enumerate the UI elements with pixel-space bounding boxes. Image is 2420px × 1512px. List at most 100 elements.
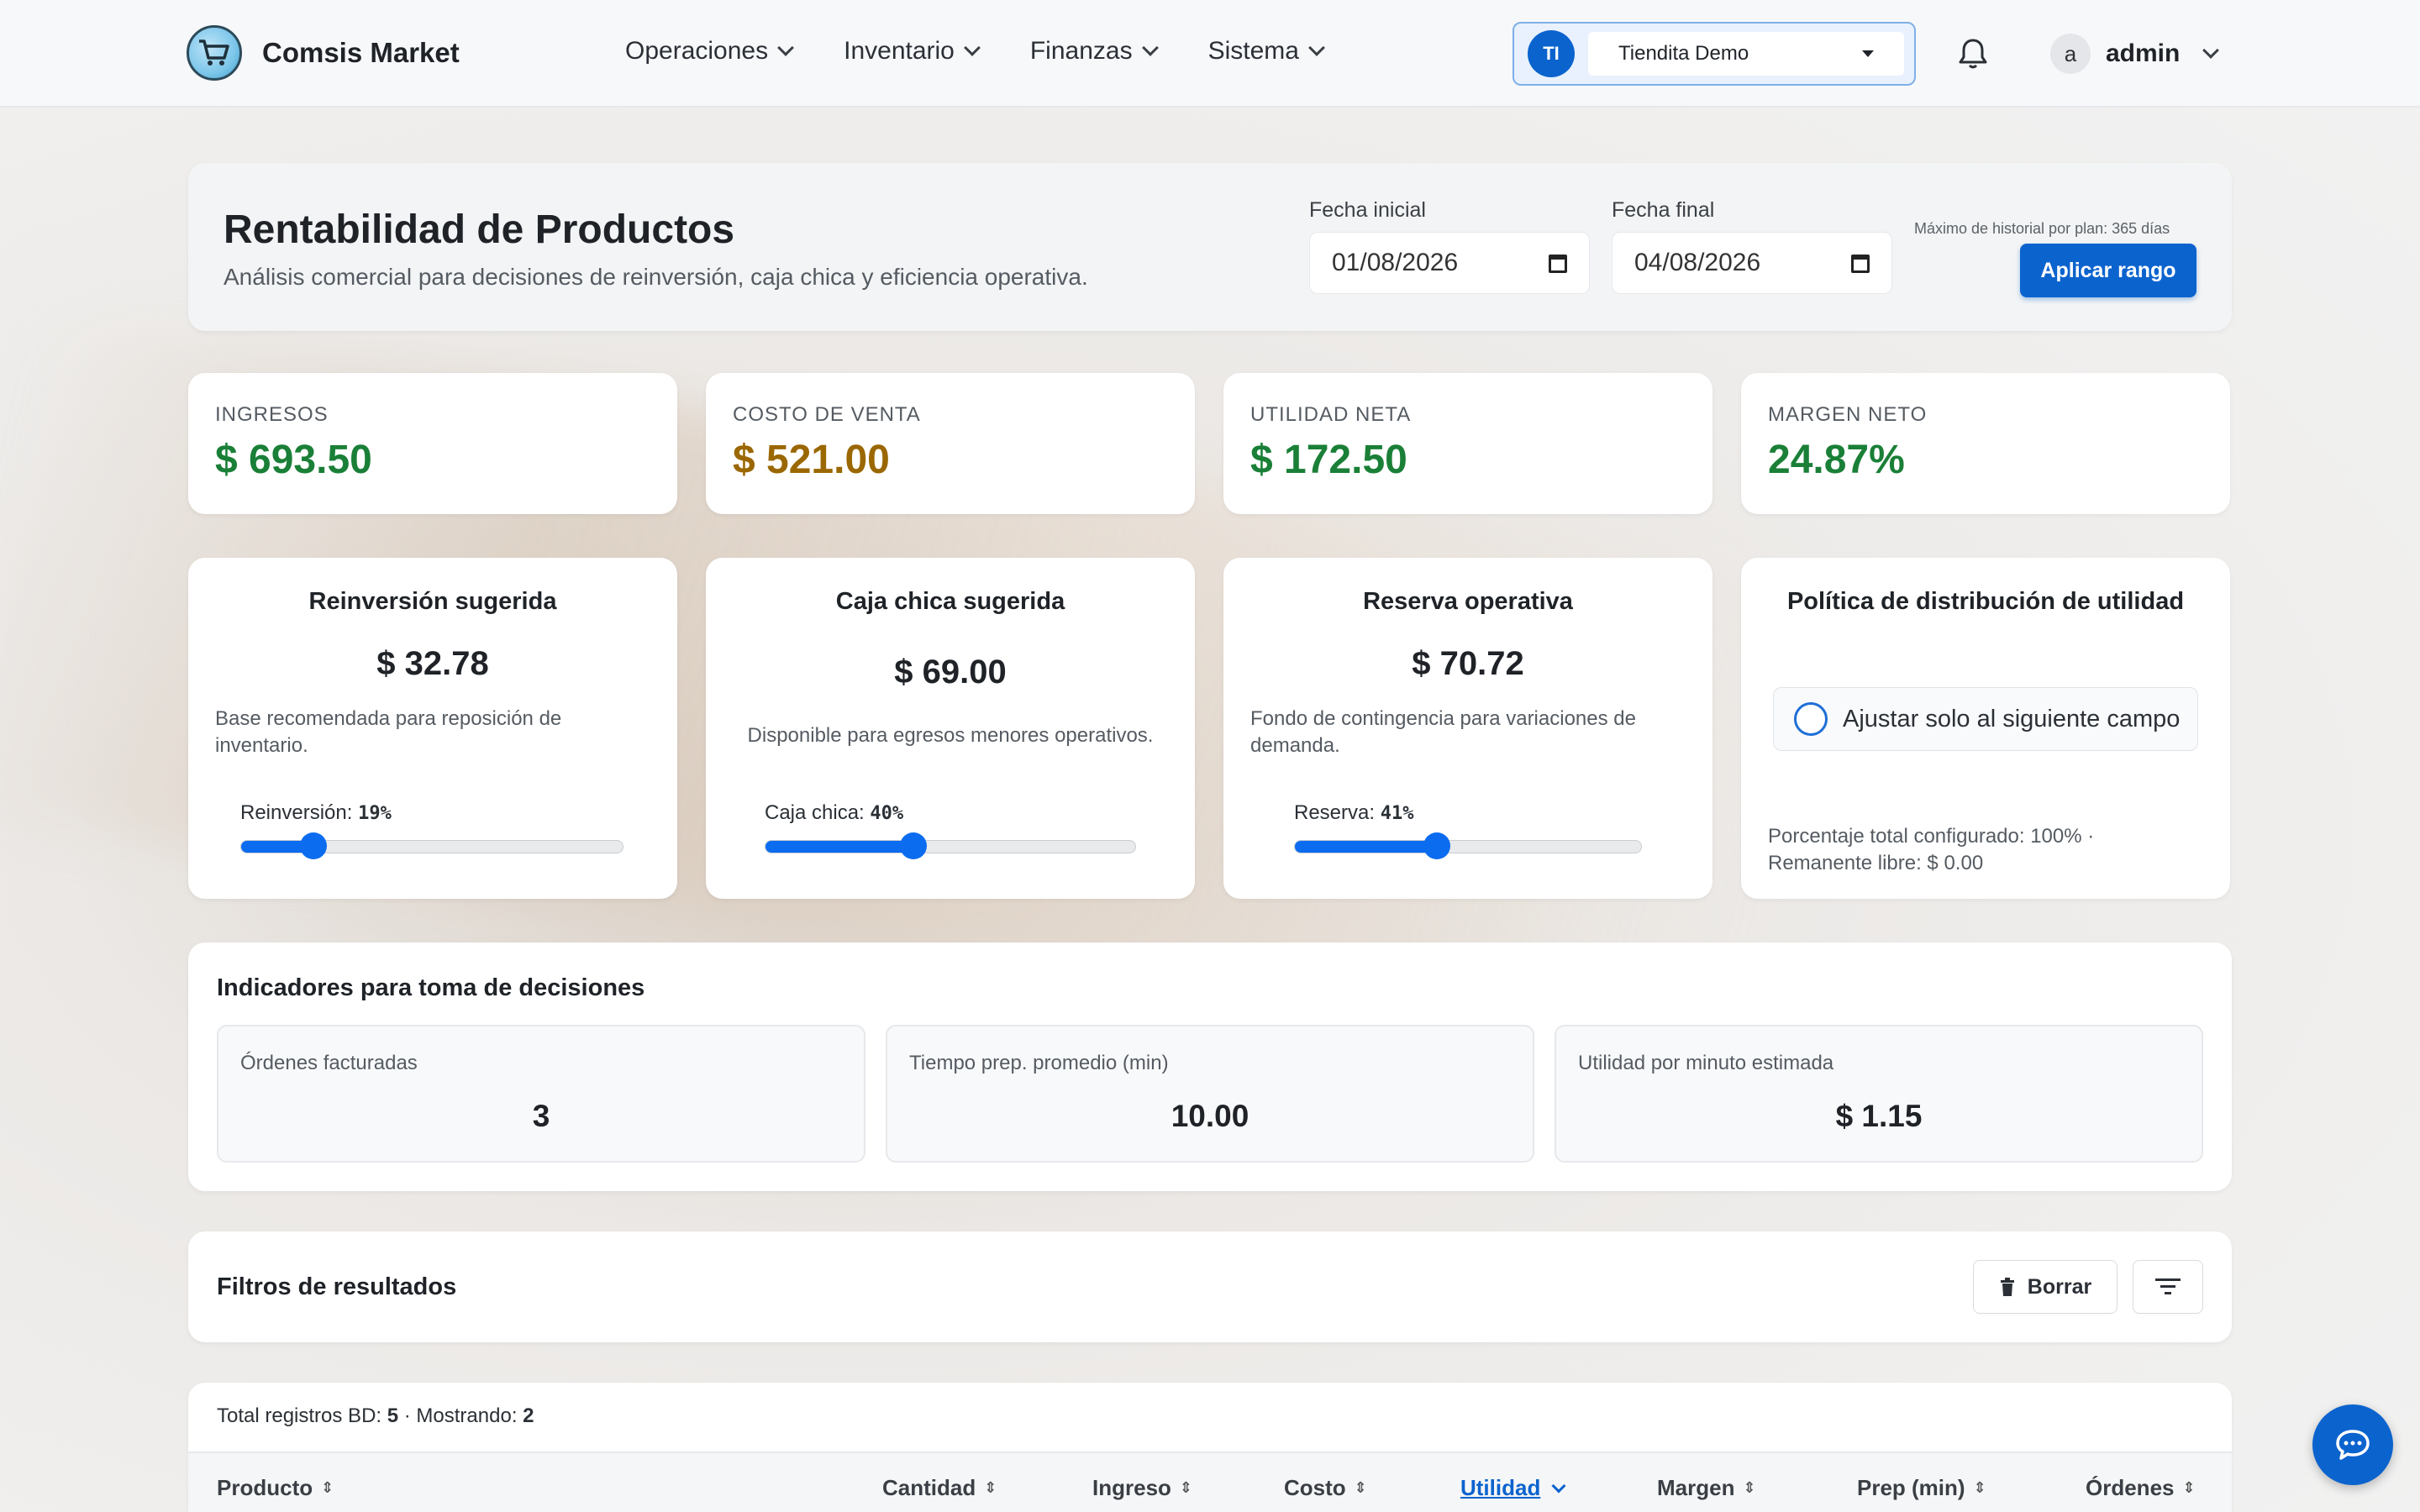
total-prefix: Total registros BD: bbox=[217, 1404, 387, 1427]
slider-fill bbox=[1295, 841, 1437, 853]
kpi-card-utilidad: UTILIDAD NETA $ 172.50 bbox=[1223, 373, 1712, 514]
nav-inventario[interactable]: Inventario bbox=[844, 37, 981, 66]
start-date-label: Fecha inicial bbox=[1309, 198, 1426, 222]
column-cantidad[interactable]: Cantidad ⇕ bbox=[882, 1475, 997, 1501]
policy-card: Política de distribución de utilidad Aju… bbox=[1741, 558, 2230, 899]
reserva-slider[interactable] bbox=[1294, 832, 1642, 859]
plan-history-note: Máximo de historial por plan: 365 días bbox=[1914, 220, 2170, 237]
allocation-title: Reinversión sugerida bbox=[308, 588, 557, 615]
start-date-input[interactable]: 01/08/2026 bbox=[1309, 232, 1590, 294]
indicators-panel: Indicadores para toma de decisiones Órde… bbox=[188, 942, 2232, 1191]
allocation-value: $ 32.78 bbox=[376, 645, 489, 682]
sort-icon: ⇕ bbox=[321, 1479, 334, 1497]
user-menu[interactable]: a admin bbox=[2050, 34, 2220, 74]
slider-percent: 40% bbox=[870, 803, 904, 824]
slider-thumb[interactable] bbox=[900, 832, 927, 859]
indicator-label: Utilidad por minuto estimada bbox=[1578, 1052, 1834, 1074]
indicator-value: $ 1.15 bbox=[1835, 1099, 1923, 1133]
column-ordenes[interactable]: Órdenes ⇕ bbox=[2086, 1475, 2196, 1501]
chevron-down-icon bbox=[777, 39, 795, 56]
reinversion-slider[interactable] bbox=[240, 832, 623, 859]
chevron-down-icon bbox=[1141, 39, 1159, 56]
column-label: Utilidad bbox=[1460, 1475, 1541, 1500]
allocation-description: Disponible para egresos menores operativ… bbox=[747, 724, 1154, 747]
indicator-label: Órdenes facturadas bbox=[240, 1052, 418, 1074]
slider-thumb[interactable] bbox=[1423, 832, 1450, 859]
store-select[interactable]: Tiendita Demo bbox=[1588, 32, 1904, 76]
column-label: Órdenes bbox=[2086, 1475, 2175, 1500]
apply-range-button[interactable]: Aplicar rango bbox=[2020, 244, 2196, 297]
indicator-ordenes: Órdenes facturadas 3 bbox=[217, 1025, 865, 1163]
sort-icon: ⇕ bbox=[1743, 1479, 1756, 1497]
column-label: Ingreso bbox=[1092, 1475, 1171, 1500]
column-prep[interactable]: Prep (min) ⇕ bbox=[1857, 1475, 1986, 1501]
column-label: Costo bbox=[1284, 1475, 1346, 1500]
kpi-value: 24.87% bbox=[1768, 438, 1905, 482]
column-utilidad[interactable]: Utilidad bbox=[1460, 1475, 1566, 1501]
nav-operaciones[interactable]: Operaciones bbox=[625, 37, 795, 66]
indicator-value: 10.00 bbox=[1171, 1099, 1249, 1133]
sort-icon: ⇕ bbox=[1973, 1479, 1986, 1497]
allocation-card-caja-chica: Caja chica sugerida $ 69.00 Disponible p… bbox=[706, 558, 1195, 899]
adjust-next-field-checkbox[interactable] bbox=[1794, 702, 1828, 736]
filter-toggle-button[interactable] bbox=[2133, 1260, 2203, 1314]
allocation-value: $ 69.00 bbox=[894, 654, 1007, 690]
allocation-value: $ 70.72 bbox=[1412, 645, 1524, 682]
caja-chica-slider[interactable] bbox=[765, 832, 1136, 859]
main-nav: Operaciones Inventario Finanzas Sistema bbox=[625, 37, 1325, 66]
filters-panel: Filtros de resultados Borrar bbox=[188, 1231, 2232, 1342]
table-header: Producto ⇕ Cantidad ⇕ Ingreso ⇕ Costo ⇕ Util… bbox=[188, 1452, 2232, 1512]
indicator-utilidad-minuto: Utilidad por minuto estimada $ 1.15 bbox=[1555, 1025, 2203, 1163]
end-date-value: 04/08/2026 bbox=[1634, 249, 1761, 276]
policy-title: Política de distribución de utilidad bbox=[1786, 588, 2185, 615]
column-margen[interactable]: Margen ⇕ bbox=[1657, 1475, 1756, 1501]
calendar-icon[interactable] bbox=[1851, 255, 1870, 273]
cart-logo-icon[interactable] bbox=[187, 25, 242, 81]
page-title: Rentabilidad de Productos bbox=[224, 207, 735, 252]
kpi-label: MARGEN NETO bbox=[1768, 403, 1928, 426]
column-producto[interactable]: Producto ⇕ bbox=[217, 1475, 334, 1501]
end-date-label: Fecha final bbox=[1612, 198, 1715, 222]
nav-label: Finanzas bbox=[1029, 37, 1133, 65]
clear-filters-button[interactable]: Borrar bbox=[1973, 1260, 2118, 1314]
chat-support-button[interactable] bbox=[2312, 1404, 2393, 1485]
slider-thumb[interactable] bbox=[300, 832, 328, 859]
slider-percent: 41% bbox=[1380, 803, 1414, 824]
adjust-next-field-option[interactable]: Ajustar solo al siguiente campo bbox=[1773, 687, 2198, 751]
kpi-card-margen: MARGEN NETO 24.87% bbox=[1741, 373, 2230, 514]
column-costo[interactable]: Costo ⇕ bbox=[1284, 1475, 1367, 1501]
kpi-label: UTILIDAD NETA bbox=[1250, 403, 1412, 426]
kpi-value: $ 521.00 bbox=[733, 438, 890, 482]
brand-name[interactable]: Comsis Market bbox=[262, 37, 460, 69]
end-date-input[interactable]: 04/08/2026 bbox=[1612, 232, 1892, 294]
clear-filters-label: Borrar bbox=[2027, 1274, 2092, 1299]
bell-icon[interactable] bbox=[1958, 37, 1988, 71]
allocation-card-reinversion: Reinversión sugerida $ 32.78 Base recome… bbox=[188, 558, 677, 899]
avatar: a bbox=[2050, 34, 2091, 74]
indicator-value: 3 bbox=[532, 1099, 550, 1133]
sort-icon: ⇕ bbox=[2182, 1479, 2196, 1497]
top-navbar: Comsis Market Operaciones Inventario Fin… bbox=[0, 0, 2420, 108]
calendar-icon[interactable] bbox=[1549, 255, 1567, 273]
indicators-title: Indicadores para toma de decisiones bbox=[217, 974, 645, 1001]
start-date-value: 01/08/2026 bbox=[1332, 249, 1459, 276]
checkbox-label: Ajustar solo al siguiente campo bbox=[1843, 705, 2181, 732]
nav-finanzas[interactable]: Finanzas bbox=[1029, 37, 1159, 66]
indicator-label: Tiempo prep. promedio (min) bbox=[909, 1052, 1169, 1074]
allocation-description: Fondo de contingencia para variaciones d… bbox=[1250, 707, 1636, 757]
column-ingreso[interactable]: Ingreso ⇕ bbox=[1092, 1475, 1192, 1501]
allocation-card-reserva: Reserva operativa $ 70.72 Fondo de conti… bbox=[1223, 558, 1712, 899]
slider-label-text: Caja chica: bbox=[765, 801, 865, 824]
slider-label-text: Reserva: bbox=[1294, 801, 1376, 824]
kpi-label: COSTO DE VENTA bbox=[733, 403, 921, 426]
sort-icon: ⇕ bbox=[984, 1479, 997, 1497]
nav-sistema[interactable]: Sistema bbox=[1207, 37, 1325, 66]
store-select-value: Tiendita Demo bbox=[1618, 42, 1749, 65]
nav-label: Sistema bbox=[1207, 37, 1299, 65]
filter-icon bbox=[2155, 1278, 2181, 1294]
chevron-down-icon bbox=[2202, 42, 2220, 59]
slider-label: Reinversión: 19% bbox=[240, 801, 392, 825]
indicator-tiempo-prep: Tiempo prep. promedio (min) 10.00 bbox=[886, 1025, 1534, 1163]
records-summary: Total registros BD: 5 · Mostrando: 2 bbox=[217, 1404, 534, 1428]
column-label: Cantidad bbox=[882, 1475, 976, 1500]
